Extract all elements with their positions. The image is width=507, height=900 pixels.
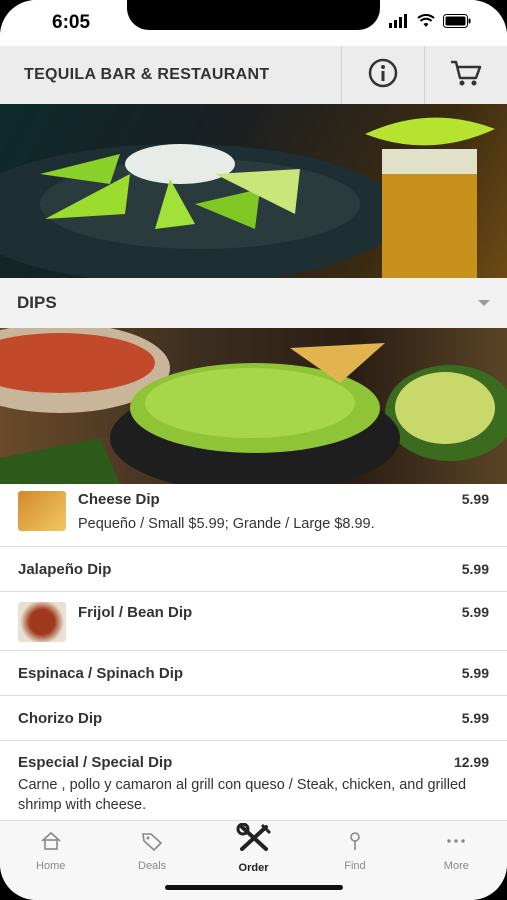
menu-item[interactable]: Espinaca / Spinach Dip 5.99 bbox=[0, 651, 507, 696]
tab-label: Order bbox=[238, 862, 269, 874]
bean-dip-thumbnail bbox=[18, 602, 66, 642]
cart-icon bbox=[449, 58, 483, 93]
menu-item[interactable]: Chorizo Dip 5.99 bbox=[0, 696, 507, 741]
phone-screen: 6:05 TEQUILA BAR & RESTAURANT DIPS Chees… bbox=[0, 0, 507, 900]
utensils-icon bbox=[234, 822, 274, 858]
item-price: 5.99 bbox=[461, 665, 489, 681]
tag-icon bbox=[141, 831, 163, 856]
app-header: TEQUILA BAR & RESTAURANT bbox=[0, 46, 507, 104]
item-name: Cheese Dip bbox=[78, 491, 160, 508]
dips-banner-image bbox=[0, 328, 507, 484]
item-price: 12.99 bbox=[453, 754, 489, 770]
item-name: Frijol / Bean Dip bbox=[78, 604, 193, 621]
chevron-down-icon bbox=[478, 300, 490, 306]
item-price: 5.99 bbox=[461, 561, 489, 577]
notch bbox=[127, 0, 380, 30]
hero-image bbox=[0, 104, 507, 278]
menu-item[interactable]: Frijol / Bean Dip 5.99 bbox=[0, 592, 507, 651]
wifi-icon bbox=[417, 14, 435, 33]
tab-label: More bbox=[443, 860, 469, 872]
item-price: 5.99 bbox=[461, 491, 489, 507]
tab-label: Deals bbox=[138, 860, 167, 872]
tab-label: Find bbox=[344, 860, 366, 872]
item-name: Chorizo Dip bbox=[18, 710, 103, 727]
home-icon bbox=[40, 831, 62, 856]
item-description: Pequeño / Small $5.99; Grande / Large $8… bbox=[78, 516, 375, 532]
item-price: 5.99 bbox=[461, 710, 489, 726]
menu-item[interactable]: Jalapeño Dip 5.99 bbox=[0, 547, 507, 592]
category-dips[interactable]: DIPS bbox=[0, 278, 507, 329]
pin-icon bbox=[344, 831, 366, 856]
home-indicator[interactable] bbox=[165, 885, 343, 890]
tab-more[interactable]: More bbox=[406, 821, 507, 900]
item-name: Espinaca / Spinach Dip bbox=[18, 665, 184, 682]
status-time: 6:05 bbox=[52, 12, 91, 33]
tab-home[interactable]: Home bbox=[0, 821, 101, 900]
item-price: 5.99 bbox=[461, 604, 489, 620]
item-name: Jalapeño Dip bbox=[18, 561, 112, 578]
tab-label: Home bbox=[36, 860, 66, 872]
item-description: Carne , pollo y camaron al grill con que… bbox=[18, 777, 467, 813]
category-title: DIPS bbox=[17, 293, 57, 312]
item-name: Especial / Special Dip bbox=[18, 754, 173, 771]
info-button[interactable] bbox=[341, 46, 424, 104]
signal-icon bbox=[389, 14, 409, 33]
menu-item[interactable]: Especial / Special Dip 12.99 Carne , pol… bbox=[0, 741, 507, 823]
cart-button[interactable] bbox=[424, 46, 507, 104]
status-bar: 6:05 bbox=[0, 0, 507, 46]
info-icon bbox=[367, 57, 399, 94]
restaurant-title: TEQUILA BAR & RESTAURANT bbox=[24, 66, 270, 83]
menu-list: Cheese Dip 5.99 Pequeño / Small $5.99; G… bbox=[0, 484, 507, 823]
battery-icon bbox=[443, 14, 471, 33]
menu-item[interactable]: Cheese Dip 5.99 Pequeño / Small $5.99; G… bbox=[0, 484, 507, 547]
more-icon bbox=[445, 831, 467, 856]
cheese-dip-thumbnail bbox=[18, 491, 66, 531]
